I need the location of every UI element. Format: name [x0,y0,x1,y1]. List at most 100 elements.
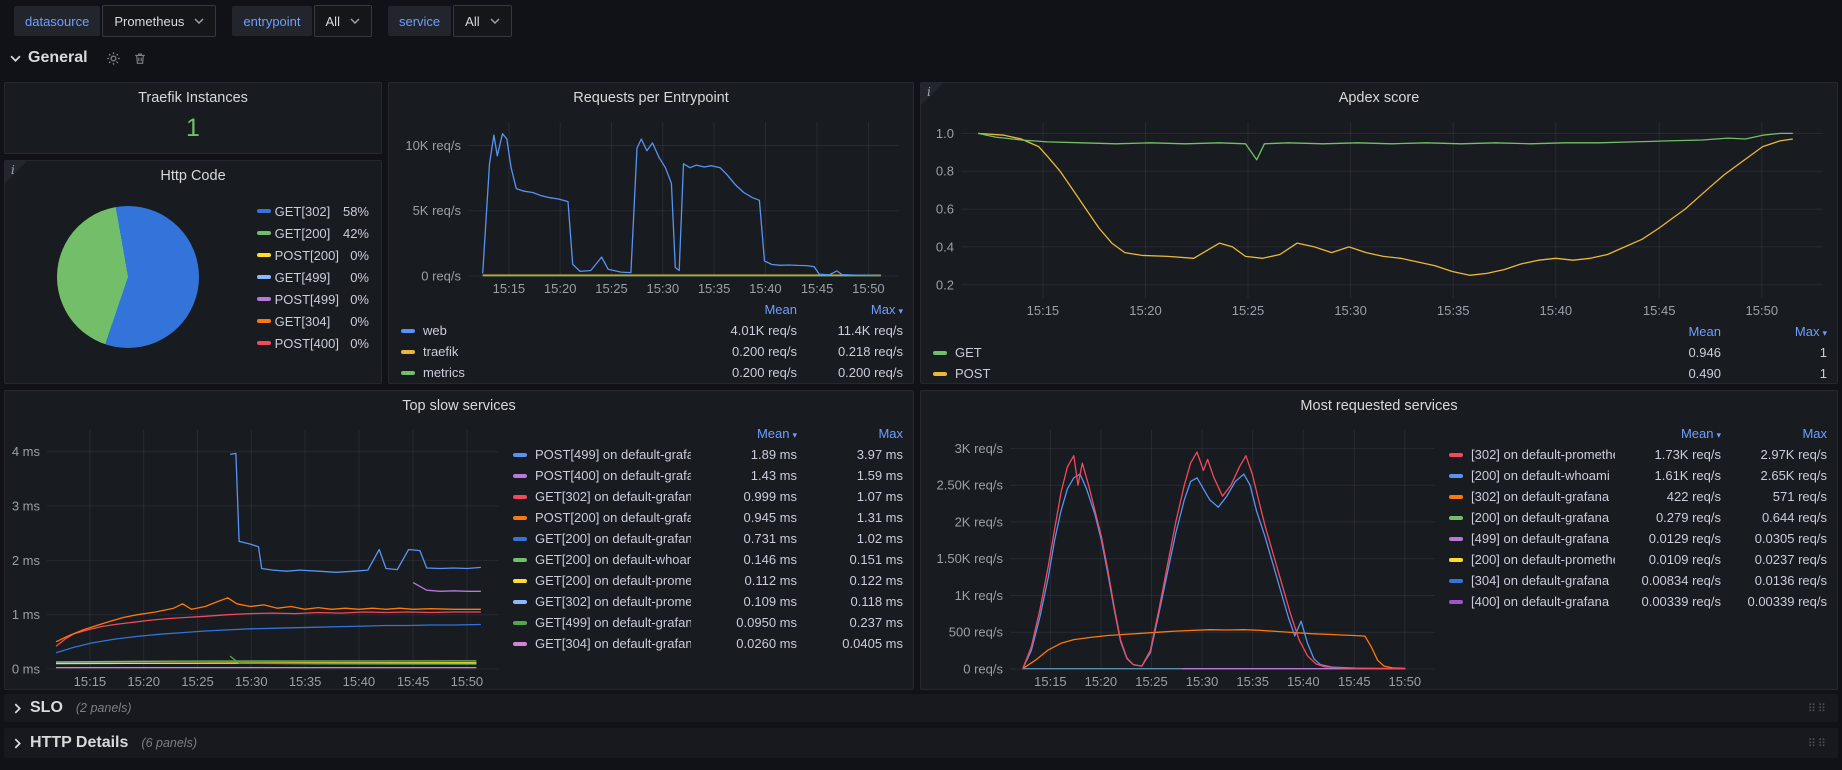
series-max: 0.237 ms [797,615,903,630]
legend-row[interactable]: GET[200] on default-whoami0.146 ms0.151 … [513,549,903,570]
panel-apdex-score: i Apdex score 15:1515:2015:2515:3015:351… [920,82,1838,384]
legend-row[interactable]: POST[400] on default-grafana1.43 ms1.59 … [513,465,903,486]
series-color-marker [401,350,415,354]
legend-row[interactable]: GET[302] on default-prometheus0.109 ms0.… [513,591,903,612]
legend-row[interactable]: GET[200] on default-grafana0.731 ms1.02 … [513,528,903,549]
legend-row[interactable]: GET[302] on default-grafana0.999 ms1.07 … [513,486,903,507]
legend-row[interactable]: [302] on default-prometheus1.73K req/s2.… [1449,444,1827,465]
variable-service-picker[interactable]: All [453,5,511,37]
series-label: GET[499] on default-grafana [535,615,691,630]
series-color-marker [1449,495,1463,499]
legend-mean-header[interactable]: Mean▾ [1615,426,1721,441]
series-color-marker [401,329,415,333]
row-settings-button[interactable] [106,51,121,66]
panel-info-icon[interactable]: i [921,83,945,107]
legend-row[interactable]: GET[499] on default-grafana0.0950 ms0.23… [513,612,903,633]
series-label: POST[499] on default-grafana [535,447,691,462]
trash-icon [133,51,147,66]
series-label: [200] on default-prometheus [1471,552,1615,567]
series-percent: 0% [350,314,369,329]
variable-datasource-picker[interactable]: Prometheus [102,5,216,37]
legend-row[interactable]: [302] on default-grafana422 req/s571 req… [1449,486,1827,507]
legend-row[interactable]: [304] on default-grafana0.00834 req/s0.0… [1449,570,1827,591]
legend-row[interactable]: GET[200] on default-prometheus0.112 ms0.… [513,570,903,591]
legend-row[interactable]: [499] on default-grafana0.0129 req/s0.03… [1449,528,1827,549]
series-mean: 0.0950 ms [691,615,797,630]
legend-mean-header[interactable]: Mean [1615,324,1721,339]
legend-mean-header[interactable]: Mean▾ [691,426,797,441]
series-max: 11.4K req/s [797,323,903,338]
legend-max-header[interactable]: Max▾ [1721,324,1827,339]
grip-icon[interactable]: ⠿⠿ [1808,737,1828,750]
series-mean: 0.0109 req/s [1615,552,1721,567]
series-color-marker [513,579,527,583]
gear-icon [106,51,121,66]
svg-text:3 ms: 3 ms [12,499,41,514]
legend-row[interactable]: [200] on default-grafana0.279 req/s0.644… [1449,507,1827,528]
time-series-chart[interactable]: 15:1515:2015:2515:3015:3515:4015:4515:50… [5,421,509,690]
variable-entrypoint-picker[interactable]: All [314,5,372,37]
variable-service: service All [388,5,512,37]
row-slo[interactable]: SLO (2 panels) ⠿⠿ [4,694,1838,722]
legend-table: Mean Max▾ GET0.9461 POST0.4901 [921,320,1837,384]
series-color-marker [513,558,527,562]
svg-text:15:15: 15:15 [1027,303,1060,318]
legend-row[interactable]: POST[499] on default-grafana1.89 ms3.97 … [513,444,903,465]
svg-text:15:35: 15:35 [1236,674,1269,689]
panel-title[interactable]: Http Code [5,161,381,191]
pie-chart[interactable] [57,206,199,348]
series-label: GET[302] on default-prometheus [535,594,691,609]
panel-title[interactable]: Most requested services [921,391,1837,421]
row-general-toggle[interactable]: General [10,49,88,67]
legend-max-header[interactable]: Max [1721,426,1827,441]
legend-max-header[interactable]: Max [797,426,903,441]
row-http-details[interactable]: HTTP Details (6 panels) ⠿⠿ [4,728,1838,758]
series-color-marker [257,319,271,323]
svg-text:15:50: 15:50 [451,674,484,689]
svg-text:15:30: 15:30 [1334,303,1367,318]
legend-row[interactable]: GET0.9461 [933,342,1827,363]
legend-item[interactable]: GET[499]0% [257,266,369,288]
panel-title[interactable]: Traefik Instances [5,83,381,113]
series-percent: 0% [350,248,369,263]
row-slo-title: SLO [30,699,63,717]
time-series-chart[interactable]: 15:1515:2015:2515:3015:3515:4015:4515:50… [925,113,1833,320]
legend-row[interactable]: web 4.01K req/s11.4K req/s [401,320,903,341]
legend-item[interactable]: POST[200]0% [257,244,369,266]
legend-row[interactable]: metrics0.200 req/s0.200 req/s [401,362,903,383]
panel-title[interactable]: Top slow services [5,391,913,421]
legend-row[interactable]: [400] on default-grafana0.00339 req/s0.0… [1449,591,1827,612]
dashboard-variables-bar: datasource Prometheus entrypoint All ser… [0,0,1842,42]
grip-icon[interactable]: ⠿⠿ [1808,702,1828,715]
panel-title[interactable]: Requests per Entrypoint [389,83,913,113]
series-max: 1 [1721,366,1827,381]
legend-row[interactable]: traefik0.200 req/s0.218 req/s [401,341,903,362]
legend-row[interactable]: [200] on default-prometheus0.0109 req/s0… [1449,549,1827,570]
legend-item[interactable]: POST[499]0% [257,288,369,310]
legend-row[interactable]: POST[200] on default-grafana0.945 ms1.31… [513,507,903,528]
panel-title[interactable]: Apdex score [921,83,1837,113]
series-color-marker [1449,579,1463,583]
legend-item[interactable]: POST[400]0% [257,332,369,354]
svg-text:15:50: 15:50 [1746,303,1779,318]
time-series-chart[interactable]: 15:1515:2015:2515:3015:3515:4015:4515:50… [921,421,1445,690]
legend-max-header[interactable]: Max▾ [797,302,903,317]
series-label: [499] on default-grafana [1471,531,1609,546]
series-label: GET[200] on default-grafana [535,531,691,546]
legend-item[interactable]: GET[302]58% [257,200,369,222]
series-mean: 4.01K req/s [691,323,797,338]
legend-mean-header[interactable]: Mean [691,302,797,317]
series-label: GET[200] on default-whoami [535,552,691,567]
legend-row[interactable]: POST0.4901 [933,363,1827,384]
legend-item[interactable]: GET[200]42% [257,222,369,244]
chevron-down-icon [10,55,21,62]
svg-text:3K req/s: 3K req/s [955,441,1004,456]
series-label: web [423,323,447,338]
svg-text:15:20: 15:20 [127,674,160,689]
time-series-chart[interactable]: 15:1515:2015:2515:3015:3515:4015:4515:50… [393,113,909,298]
legend-item[interactable]: GET[304]0% [257,310,369,332]
panel-info-icon[interactable]: i [5,161,29,185]
legend-row[interactable]: [200] on default-whoami1.61K req/s2.65K … [1449,465,1827,486]
row-delete-button[interactable] [133,51,147,66]
legend-row[interactable]: GET[304] on default-grafana0.0260 ms0.04… [513,633,903,654]
